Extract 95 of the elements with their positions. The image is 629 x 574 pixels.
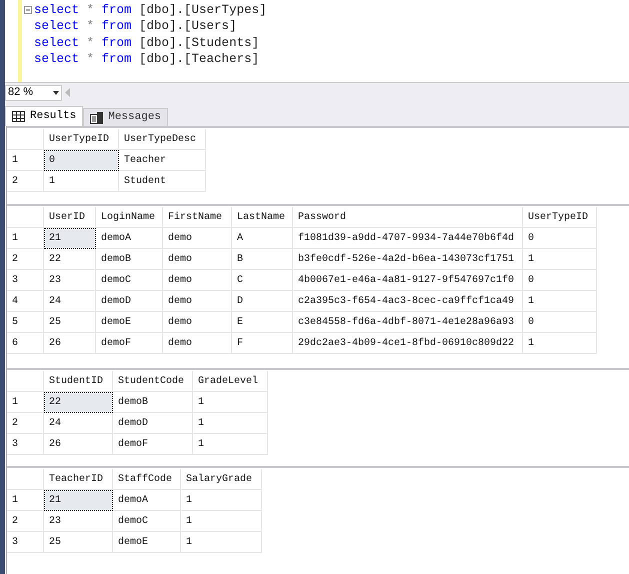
table-cell: c2a395c3-f654-4ac3-8cec-ca9ffcf1ca49 (293, 291, 523, 312)
table-cell: 26 (44, 434, 113, 455)
code-line: select * from [dbo].[Teachers] (34, 51, 260, 68)
column-header: StaffCode (113, 469, 181, 490)
row-number: 5 (7, 312, 44, 333)
table-cell: A (232, 228, 293, 249)
column-header: StudentCode (113, 371, 193, 392)
row-number: 2 (7, 511, 44, 532)
table-cell: demoB (113, 392, 193, 413)
table-cell: demoF (113, 434, 193, 455)
table-cell: 0 (44, 150, 119, 171)
header-corner[interactable] (7, 371, 44, 392)
table-cell: C (232, 270, 293, 291)
tab[interactable]: Messages (83, 108, 168, 126)
table-cell: b3fe0cdf-526e-4a2d-b6ea-143073cf1751 (293, 249, 523, 270)
table-cell: demo (163, 228, 232, 249)
column-header: FirstName (163, 207, 232, 228)
collapse-icon[interactable] (24, 6, 32, 14)
table-cell: 1 (193, 413, 268, 434)
table-cell: 21 (44, 490, 113, 511)
table-cell: demoC (96, 270, 163, 291)
code-line: select * from [dbo].[Students] (34, 34, 260, 52)
row-number: 3 (7, 532, 44, 553)
row-number: 2 (7, 413, 44, 434)
table-cell: 1 (193, 434, 268, 455)
column-header: Password (293, 207, 523, 228)
table-cell: demo (163, 270, 232, 291)
column-header: GradeLevel (193, 371, 268, 392)
zoom-dropdown[interactable]: 82 % (5, 84, 62, 100)
column-header: LoginName (96, 207, 163, 228)
table-cell: demoA (96, 228, 163, 249)
code-line: select * from [dbo].[UserTypes] (34, 2, 267, 19)
table-cell: 29dc2ae3-4b09-4ce1-8fbd-06910c809d22 (293, 333, 523, 354)
table-cell: 4b0067e1-e46a-4a81-9127-9f547697c1f0 (293, 270, 523, 291)
table-cell: demoE (96, 312, 163, 333)
table-cell: E (232, 312, 293, 333)
table-cell: demoF (96, 333, 163, 354)
document-icon (90, 112, 104, 124)
table-cell: demo (163, 249, 232, 270)
header-corner[interactable] (7, 207, 44, 228)
table-cell: demoE (113, 532, 181, 553)
table-cell: 1 (523, 333, 597, 354)
zoom-value: 82 % (8, 85, 34, 100)
table-cell: 1 (193, 392, 268, 413)
table-cell: 25 (44, 312, 96, 333)
table-cell: 21 (44, 228, 96, 249)
table-cell: f1081d39-a9dd-4707-9934-7a44e70b6f4d (293, 228, 523, 249)
header-corner[interactable] (7, 129, 44, 150)
table-cell: demoB (96, 249, 163, 270)
column-header: UserTypeID (523, 207, 597, 228)
table-cell: 0 (523, 228, 597, 249)
table-cell: 22 (44, 392, 113, 413)
table-cell: 1 (181, 532, 262, 553)
row-number: 2 (7, 249, 44, 270)
caret-icon (53, 90, 59, 94)
table-cell: 24 (44, 291, 96, 312)
tab[interactable]: Results (5, 106, 84, 126)
header-corner[interactable] (7, 469, 44, 490)
table-cell: demo (163, 291, 232, 312)
table-cell: demo (163, 312, 232, 333)
table-cell: 1 (44, 171, 119, 192)
table-cell: 26 (44, 333, 96, 354)
table-cell: demo (163, 333, 232, 354)
table-cell: 0 (523, 312, 597, 333)
row-number: 3 (7, 434, 44, 455)
row-number: 6 (7, 333, 44, 354)
scroll-left-icon[interactable] (65, 88, 70, 97)
table-cell: Student (119, 171, 206, 192)
table-cell: Teacher (119, 150, 206, 171)
row-number: 2 (7, 171, 44, 192)
table-cell: 24 (44, 413, 113, 434)
table-cell: F (232, 333, 293, 354)
row-number: 4 (7, 291, 44, 312)
row-number: 3 (7, 270, 44, 291)
table-cell: c3e84558-fd6a-4dbf-8071-4e1e28a96a93 (293, 312, 523, 333)
table-cell: B (232, 249, 293, 270)
table-cell: 22 (44, 249, 96, 270)
table-cell: 1 (181, 490, 262, 511)
table-cell: 1 (181, 511, 262, 532)
table-cell: demoA (113, 490, 181, 511)
grid-icon (12, 111, 25, 122)
column-header: UserTypeDesc (119, 129, 206, 150)
table-cell: 0 (523, 270, 597, 291)
table-cell: 23 (44, 270, 96, 291)
table-cell: demoC (113, 511, 181, 532)
table-cell: 23 (44, 511, 113, 532)
table-cell: 1 (523, 291, 597, 312)
table-cell: 1 (523, 249, 597, 270)
code-line: select * from [dbo].[Users] (34, 18, 237, 36)
table-cell: demoD (96, 291, 163, 312)
table-cell: demoD (113, 413, 193, 434)
table-cell: D (232, 291, 293, 312)
column-header: LastName (232, 207, 293, 228)
column-header: SalaryGrade (181, 469, 262, 490)
table-cell: 25 (44, 532, 113, 553)
